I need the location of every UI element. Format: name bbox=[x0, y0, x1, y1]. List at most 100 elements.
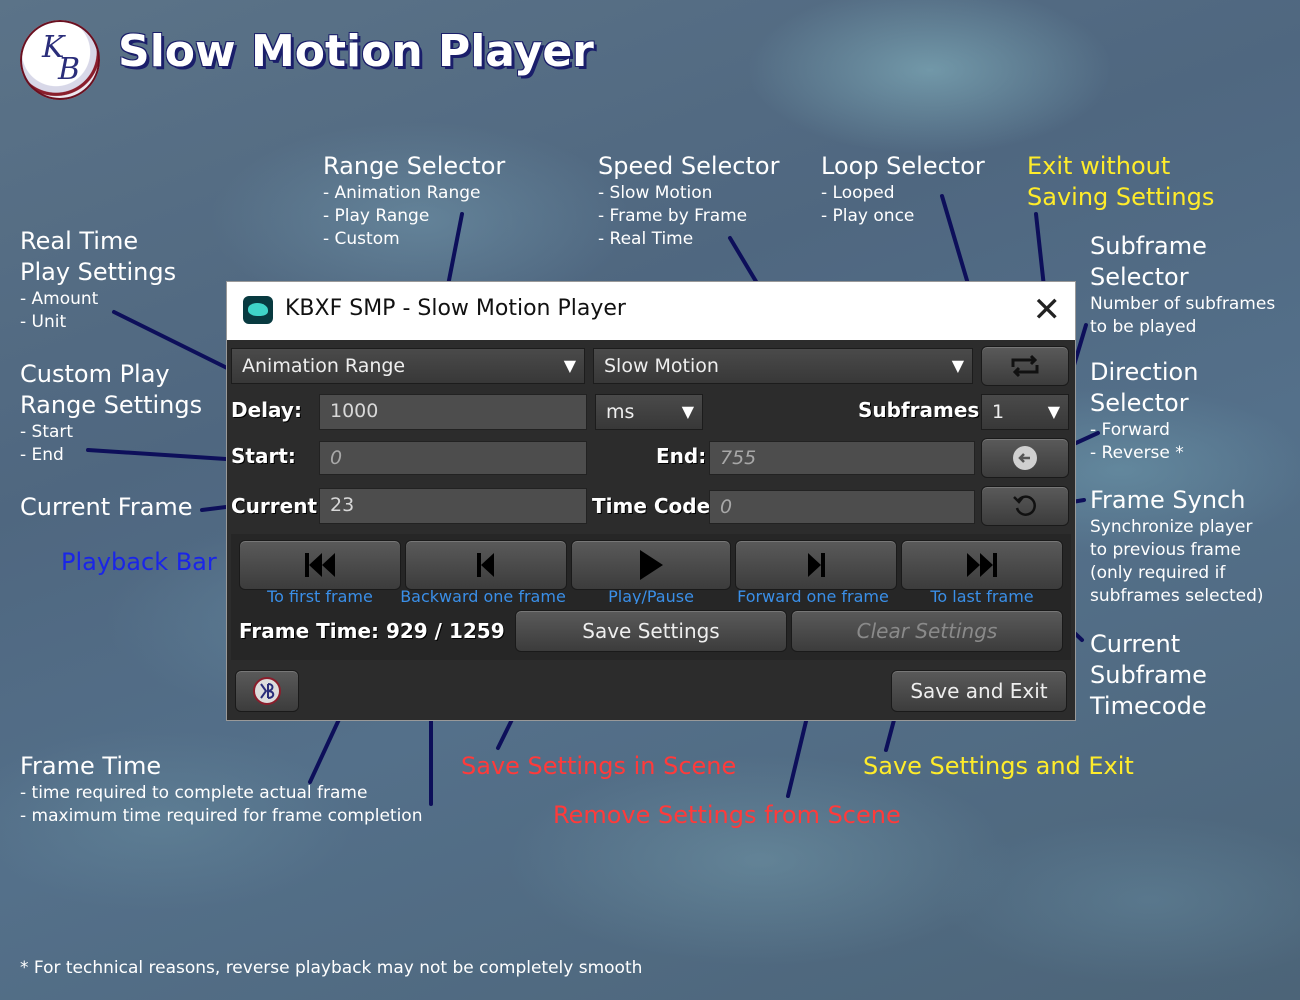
range-selector-annotation: Range Selector - Animation Range - Play … bbox=[323, 151, 505, 251]
first-frame-button[interactable] bbox=[239, 540, 401, 590]
end-label: End: bbox=[656, 444, 707, 468]
annotation-line: Current bbox=[1090, 630, 1181, 658]
annotation-item: - Custom bbox=[323, 229, 400, 249]
annotation-line: Subframe bbox=[1090, 232, 1207, 260]
play-pause-icon bbox=[640, 550, 663, 580]
annotation-title: Speed Selector bbox=[598, 152, 780, 180]
annotation-line: Play Settings bbox=[20, 258, 177, 286]
loop-selector-annotation: Loop Selector - Looped - Play once bbox=[821, 151, 985, 228]
annotation-item: (only required if bbox=[1090, 563, 1226, 583]
timecode-label: Time Code: bbox=[592, 494, 719, 518]
kb-logo-icon bbox=[253, 677, 281, 705]
annotation-item: to be played bbox=[1090, 317, 1197, 337]
annotation-item: to previous frame bbox=[1090, 540, 1241, 560]
forward-frame-icon bbox=[808, 553, 825, 577]
annotation-item: Synchronize player bbox=[1090, 517, 1253, 537]
frame-time-annotation: Frame Time - time required to complete a… bbox=[20, 751, 422, 828]
start-label: Start: bbox=[231, 444, 296, 468]
range-selector[interactable]: Animation Range ▼ bbox=[231, 348, 585, 384]
backward-frame-icon bbox=[477, 553, 494, 577]
chevron-down-icon: ▼ bbox=[563, 356, 576, 375]
close-button[interactable]: ✕ bbox=[1033, 290, 1062, 330]
loop-selector-button[interactable] bbox=[981, 346, 1069, 386]
forward-frame-button[interactable] bbox=[735, 540, 897, 590]
annotation-line: Saving Settings bbox=[1027, 183, 1215, 211]
delay-input[interactable]: 1000 bbox=[319, 394, 587, 430]
annotation-line: Custom Play bbox=[20, 360, 170, 388]
playback-bar-annotation: Playback Bar bbox=[61, 547, 217, 578]
annotation-item: - Real Time bbox=[598, 229, 694, 249]
footnote: * For technical reasons, reverse playbac… bbox=[20, 958, 643, 978]
annotation-item: - Amount bbox=[20, 289, 99, 309]
chevron-down-icon: ▼ bbox=[1047, 402, 1060, 421]
subframe-selector-annotation: Subframe Selector Number of subframes to… bbox=[1090, 231, 1275, 339]
annotation-title: Loop Selector bbox=[821, 152, 985, 180]
annotation-title: Current Frame bbox=[20, 493, 193, 521]
last-frame-icon bbox=[967, 553, 997, 577]
direction-selector-annotation: Direction Selector - Forward - Reverse * bbox=[1090, 357, 1198, 465]
annotation-line: Range Settings bbox=[20, 391, 203, 419]
app-icon bbox=[243, 296, 273, 324]
first-frame-icon bbox=[305, 553, 335, 577]
slow-motion-player-dialog: KBXF SMP - Slow Motion Player ✕ Animatio… bbox=[226, 281, 1076, 721]
annotation-title: Range Selector bbox=[323, 152, 506, 180]
annotation-item: subframes selected) bbox=[1090, 586, 1264, 606]
refresh-icon bbox=[1013, 495, 1036, 516]
timecode-annotation: Current Subframe Timecode bbox=[1090, 629, 1207, 722]
speed-selector-annotation: Speed Selector - Slow Motion - Frame by … bbox=[598, 151, 779, 251]
start-input[interactable]: 0 bbox=[319, 441, 587, 475]
about-button[interactable] bbox=[235, 670, 299, 712]
real-time-play-annotation: Real Time Play Settings - Amount - Unit bbox=[20, 226, 176, 334]
subframes-value: 1 bbox=[992, 401, 1005, 423]
annotation-item: - Reverse * bbox=[1090, 443, 1184, 463]
unit-value: ms bbox=[606, 401, 635, 423]
save-settings-button[interactable]: Save Settings bbox=[515, 610, 787, 652]
annotation-line: Selector bbox=[1090, 389, 1189, 417]
annotation-item: - End bbox=[20, 445, 64, 465]
end-input[interactable]: 755 bbox=[709, 441, 975, 475]
current-frame-annotation: Current Frame bbox=[20, 492, 193, 523]
annotation-title: Save Settings and Exit bbox=[863, 752, 1134, 780]
range-selector-value: Animation Range bbox=[242, 355, 406, 377]
line-current-frame bbox=[200, 505, 228, 512]
annotation-title: Frame Time bbox=[20, 752, 162, 780]
annotation-line: Direction bbox=[1090, 358, 1199, 386]
clear-settings-button[interactable]: Clear Settings bbox=[791, 610, 1063, 652]
frame-synch-annotation: Frame Synch Synchronize player to previo… bbox=[1090, 485, 1264, 608]
current-frame-input[interactable]: 23 bbox=[319, 488, 587, 524]
save-and-exit-annotation: Save Settings and Exit bbox=[863, 751, 1134, 782]
annotation-item: - Play Range bbox=[323, 206, 430, 226]
subframe-selector[interactable]: 1 ▼ bbox=[981, 394, 1069, 430]
annotation-item: - Play once bbox=[821, 206, 915, 226]
play-pause-button[interactable] bbox=[571, 540, 731, 590]
custom-play-range-annotation: Custom Play Range Settings - Start - End bbox=[20, 359, 202, 467]
subframes-label: Subframes: bbox=[858, 398, 988, 422]
remove-from-scene-annotation: Remove Settings from Scene bbox=[553, 800, 901, 831]
delay-label: Delay: bbox=[231, 398, 302, 422]
annotation-line: Subframe bbox=[1090, 661, 1207, 689]
annotation-item: - Slow Motion bbox=[598, 183, 713, 203]
annotation-item: - Animation Range bbox=[323, 183, 481, 203]
speed-selector-value: Slow Motion bbox=[604, 355, 719, 377]
annotation-item: - Unit bbox=[20, 312, 67, 332]
save-in-scene-annotation: Save Settings in Scene bbox=[461, 751, 736, 782]
annotation-title: Playback Bar bbox=[61, 548, 217, 576]
backward-frame-button[interactable] bbox=[405, 540, 567, 590]
annotation-title: Frame Synch bbox=[1090, 486, 1246, 514]
annotation-item: - Frame by Frame bbox=[598, 206, 748, 226]
window-titlebar: KBXF SMP - Slow Motion Player ✕ bbox=[227, 282, 1075, 340]
direction-selector-button[interactable] bbox=[981, 438, 1069, 478]
frame-synch-button[interactable] bbox=[981, 486, 1069, 526]
frame-time-readout: Frame Time: 929 / 1259 bbox=[239, 619, 505, 643]
last-frame-button[interactable] bbox=[901, 540, 1063, 590]
current-label: Current: bbox=[231, 494, 326, 518]
annotation-item: - Start bbox=[20, 422, 74, 442]
annotation-line: Selector bbox=[1090, 263, 1189, 291]
speed-selector[interactable]: Slow Motion ▼ bbox=[593, 348, 973, 384]
chevron-down-icon: ▼ bbox=[951, 356, 964, 375]
annotation-item: - time required to complete actual frame bbox=[20, 783, 368, 803]
save-and-exit-button[interactable]: Save and Exit bbox=[891, 670, 1067, 712]
annotation-line: Exit without bbox=[1027, 152, 1171, 180]
annotation-item: - maximum time required for frame comple… bbox=[20, 806, 423, 826]
unit-selector[interactable]: ms ▼ bbox=[595, 394, 703, 430]
